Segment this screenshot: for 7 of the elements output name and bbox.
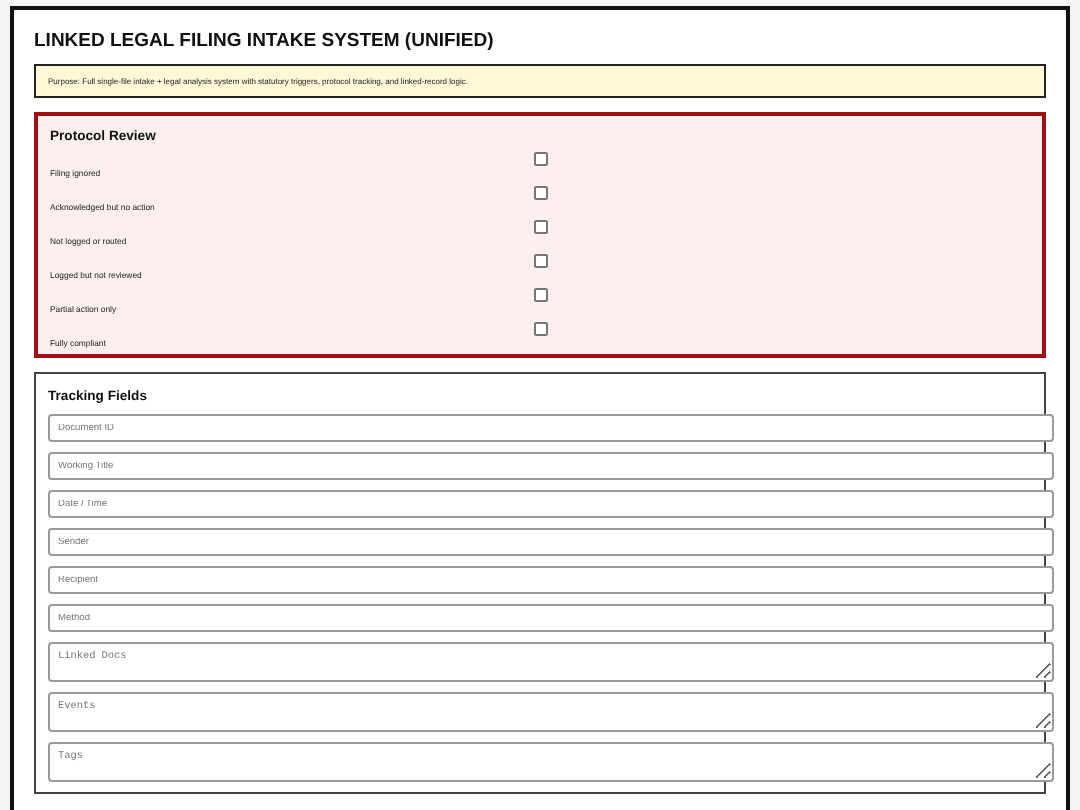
checkbox[interactable] <box>533 219 547 233</box>
checkbox[interactable] <box>533 253 547 267</box>
checkbox[interactable] <box>533 321 547 335</box>
checkbox[interactable] <box>533 151 547 165</box>
checkbox[interactable] <box>533 287 547 301</box>
checkbox[interactable] <box>533 185 547 199</box>
page-title: LINKED LEGAL FILING INTAKE SYSTEM (UNIFIED) <box>34 30 496 52</box>
